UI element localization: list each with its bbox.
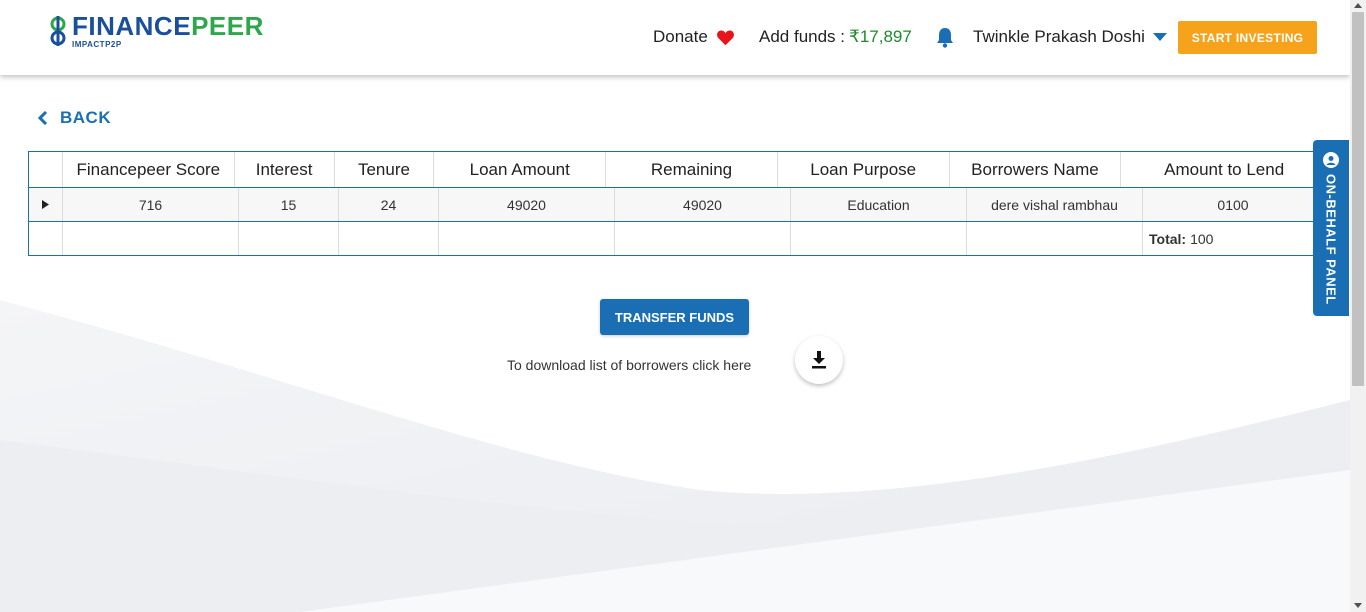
footer-cell <box>439 222 615 255</box>
download-instruction: To download list of borrowers click here <box>507 357 752 373</box>
expand-row-icon <box>42 200 49 209</box>
user-name: Twinkle Prakash Doshi <box>973 27 1145 46</box>
add-funds-amount: ₹17,897 <box>849 27 912 46</box>
column-header[interactable]: Borrowers Name <box>950 152 1122 187</box>
scroll-up-icon[interactable] <box>1354 3 1362 8</box>
table-header-row: Financepeer Score Interest Tenure Loan A… <box>29 152 1327 188</box>
chevron-left-icon <box>38 111 48 125</box>
table-cell: 24 <box>339 188 439 221</box>
download-icon <box>812 351 826 369</box>
heart-icon <box>716 30 734 45</box>
back-button[interactable]: BACK <box>38 108 111 128</box>
footer-cell <box>29 222 63 255</box>
table-cell: Education <box>791 188 967 221</box>
transfer-funds-button[interactable]: TRANSFER FUNDS <box>600 299 749 335</box>
table-cell: dere vishal rambhau <box>967 188 1143 221</box>
column-header[interactable]: Financepeer Score <box>63 152 235 187</box>
total-value: 100 <box>1190 230 1214 247</box>
logo-text-peer: PEER <box>191 11 264 41</box>
header-expand-cell <box>29 152 63 187</box>
column-header[interactable]: Loan Purpose <box>778 152 950 187</box>
total-cell: Total: 100 <box>1143 222 1323 255</box>
vertical-scrollbar[interactable] <box>1350 0 1366 612</box>
footer-cell <box>339 222 439 255</box>
support-icon <box>1323 152 1339 168</box>
scroll-down-icon[interactable] <box>1354 603 1362 608</box>
logo-tagline: IMPACTP2P <box>72 40 122 49</box>
table-cell: 49020 <box>439 188 615 221</box>
on-behalf-panel-tab[interactable]: ON-BEHALF PANEL <box>1313 140 1349 316</box>
donate-label: Donate <box>653 27 708 46</box>
user-menu[interactable]: Twinkle Prakash Doshi <box>973 22 1167 52</box>
add-funds-link[interactable]: Add funds : ₹17,897 <box>759 22 912 52</box>
download-button[interactable] <box>795 336 843 384</box>
brand-logo[interactable]: FINANCEPEER IMPACTP2P <box>48 13 264 49</box>
caret-down-icon <box>1152 33 1167 41</box>
table-cell: 716 <box>63 188 239 221</box>
table-footer-row: Total: 100 <box>29 222 1327 255</box>
logo-mark-icon <box>50 16 66 46</box>
expand-row-toggle[interactable] <box>29 188 63 221</box>
footer-cell <box>239 222 339 255</box>
donate-link[interactable]: Donate <box>653 22 735 52</box>
footer-cell <box>615 222 791 255</box>
footer-cell <box>791 222 967 255</box>
logo-text-finance: FINANCE <box>72 11 192 41</box>
on-behalf-panel-label: ON-BEHALF PANEL <box>1323 174 1339 305</box>
footer-cell <box>63 222 239 255</box>
scrollbar-thumb[interactable] <box>1352 12 1364 386</box>
borrowers-table: Financepeer Score Interest Tenure Loan A… <box>28 151 1328 256</box>
table-cell: 15 <box>239 188 339 221</box>
back-label: BACK <box>60 108 112 127</box>
table-cell: 49020 <box>615 188 791 221</box>
column-header[interactable]: Remaining <box>606 152 778 187</box>
amount-to-lend-input[interactable]: 0100 <box>1143 188 1323 221</box>
column-header[interactable]: Interest <box>235 152 335 187</box>
column-header[interactable]: Amount to Lend <box>1121 152 1327 187</box>
footer-cell <box>967 222 1143 255</box>
top-header: FINANCEPEER IMPACTP2P Donate Add funds :… <box>0 0 1350 75</box>
column-header[interactable]: Loan Amount <box>434 152 607 187</box>
column-header[interactable]: Tenure <box>335 152 435 187</box>
total-label: Total: <box>1149 230 1187 247</box>
add-funds-label: Add funds : <box>759 27 846 46</box>
bell-icon[interactable] <box>935 26 955 48</box>
start-investing-button[interactable]: START INVESTING <box>1178 21 1317 54</box>
table-row[interactable]: 716 15 24 49020 49020 Education dere vis… <box>29 188 1327 222</box>
